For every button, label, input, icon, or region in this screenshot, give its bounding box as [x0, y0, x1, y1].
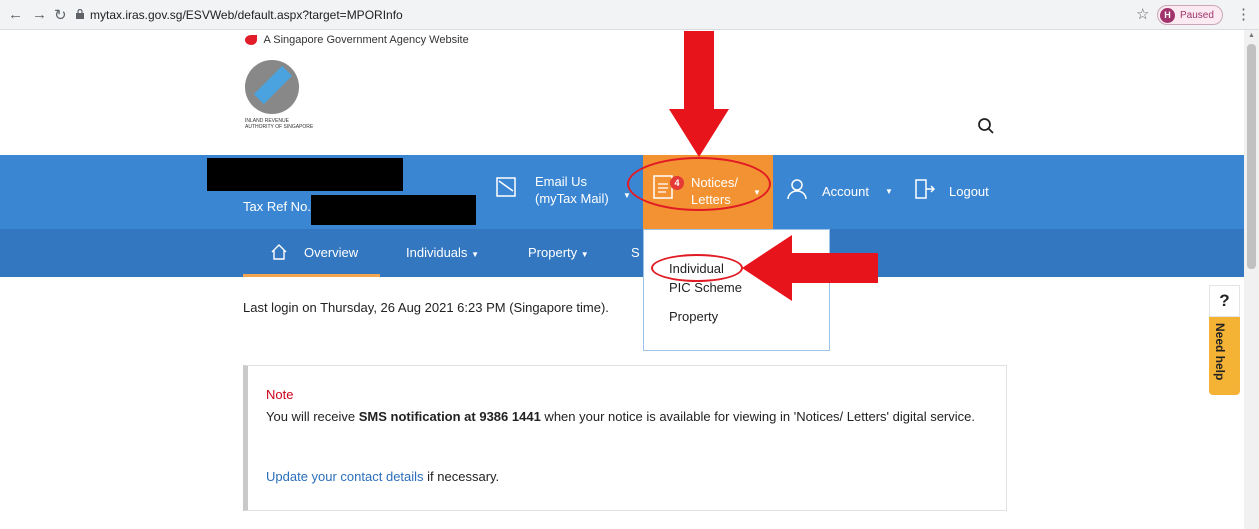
note-heading: Note — [266, 387, 294, 402]
account-label: Account — [822, 184, 869, 199]
note-text: You will receive — [266, 409, 359, 424]
reload-icon[interactable]: ↻ — [54, 6, 67, 24]
need-help-widget[interactable]: ? Need help — [1209, 285, 1240, 395]
tab-property-label: Property — [528, 245, 578, 260]
email-us-line2: (myTax Mail) — [535, 191, 609, 206]
chevron-down-icon: ▼ — [580, 250, 589, 259]
page-scrollbar[interactable]: ▲ — [1244, 30, 1259, 529]
address-bar[interactable]: mytax.iras.gov.sg/ESVWeb/default.aspx?ta… — [90, 8, 403, 22]
last-login-text: Last login on Thursday, 26 Aug 2021 6:23… — [243, 300, 609, 315]
redacted-name — [207, 158, 403, 191]
scroll-up-icon[interactable]: ▲ — [1248, 32, 1255, 39]
mail-icon — [496, 177, 516, 197]
kebab-menu-icon[interactable]: ⋮ — [1236, 5, 1251, 23]
logout-label: Logout — [949, 184, 989, 199]
sms-notification-text: SMS notification at 9386 1441 — [358, 409, 541, 424]
note-panel: Note You will receive SMS notification a… — [243, 365, 1007, 511]
logout-icon — [915, 179, 936, 199]
home-icon[interactable] — [270, 243, 288, 261]
back-arrow-icon[interactable]: ← — [8, 6, 23, 23]
gov-banner: A Singapore Government Agency Website — [245, 34, 469, 46]
profile-status: Paused — [1180, 10, 1214, 21]
main-nav: Overview Individuals ▼ Property ▼ S — [0, 229, 1244, 277]
lock-icon — [76, 9, 84, 19]
chevron-down-icon: ▼ — [885, 187, 893, 196]
update-contact-line: Update your contact details if necessary… — [266, 469, 499, 484]
logo-text: INLAND REVENUE AUTHORITY OF SINGAPORE — [245, 118, 314, 130]
dropdown-item-property[interactable]: Property — [669, 309, 718, 324]
tab-individuals[interactable]: Individuals ▼ — [406, 245, 479, 260]
scrollbar-thumb[interactable] — [1247, 44, 1256, 269]
tab-partial[interactable]: S — [631, 245, 640, 260]
avatar: H — [1160, 8, 1175, 23]
annotation-oval-individual — [651, 254, 743, 282]
dropdown-item-pic-scheme[interactable]: PIC Scheme — [669, 280, 742, 295]
note-text-end: when your notice is available for viewin… — [540, 409, 975, 424]
email-us-line1: Email Us — [535, 174, 588, 189]
annotation-arrow-down-icon — [669, 31, 729, 157]
annotation-arrow-left-icon — [742, 235, 878, 301]
update-contact-link[interactable]: Update your contact details — [266, 469, 424, 484]
tab-individuals-label: Individuals — [406, 245, 468, 260]
gov-banner-text: A Singapore Government Agency Website — [263, 34, 469, 46]
tax-ref-label: Tax Ref No. — [243, 199, 311, 214]
user-icon — [787, 179, 807, 200]
lion-head-icon — [245, 35, 257, 46]
logo-emblem — [245, 60, 299, 114]
bookmark-star-icon[interactable]: ☆ — [1136, 5, 1149, 23]
tab-overview[interactable]: Overview — [304, 245, 358, 260]
update-contact-suffix: if necessary. — [423, 469, 500, 484]
forward-arrow-icon[interactable]: → — [32, 6, 47, 23]
iras-logo[interactable]: INLAND REVENUE AUTHORITY OF SINGAPORE — [245, 60, 315, 130]
browser-toolbar: ← → ↻ mytax.iras.gov.sg/ESVWeb/default.a… — [0, 0, 1259, 30]
need-help-tab[interactable]: Need help — [1209, 317, 1240, 395]
need-help-label: Need help — [1213, 323, 1227, 381]
tab-property[interactable]: Property ▼ — [528, 245, 589, 260]
chevron-down-icon: ▼ — [471, 250, 479, 259]
question-mark-icon[interactable]: ? — [1209, 285, 1240, 317]
search-icon[interactable] — [977, 117, 995, 135]
profile-button[interactable]: H Paused — [1157, 5, 1223, 25]
note-body: You will receive SMS notification at 938… — [266, 407, 986, 426]
annotation-oval-notices — [627, 157, 771, 211]
redacted-tax-ref — [311, 195, 476, 225]
